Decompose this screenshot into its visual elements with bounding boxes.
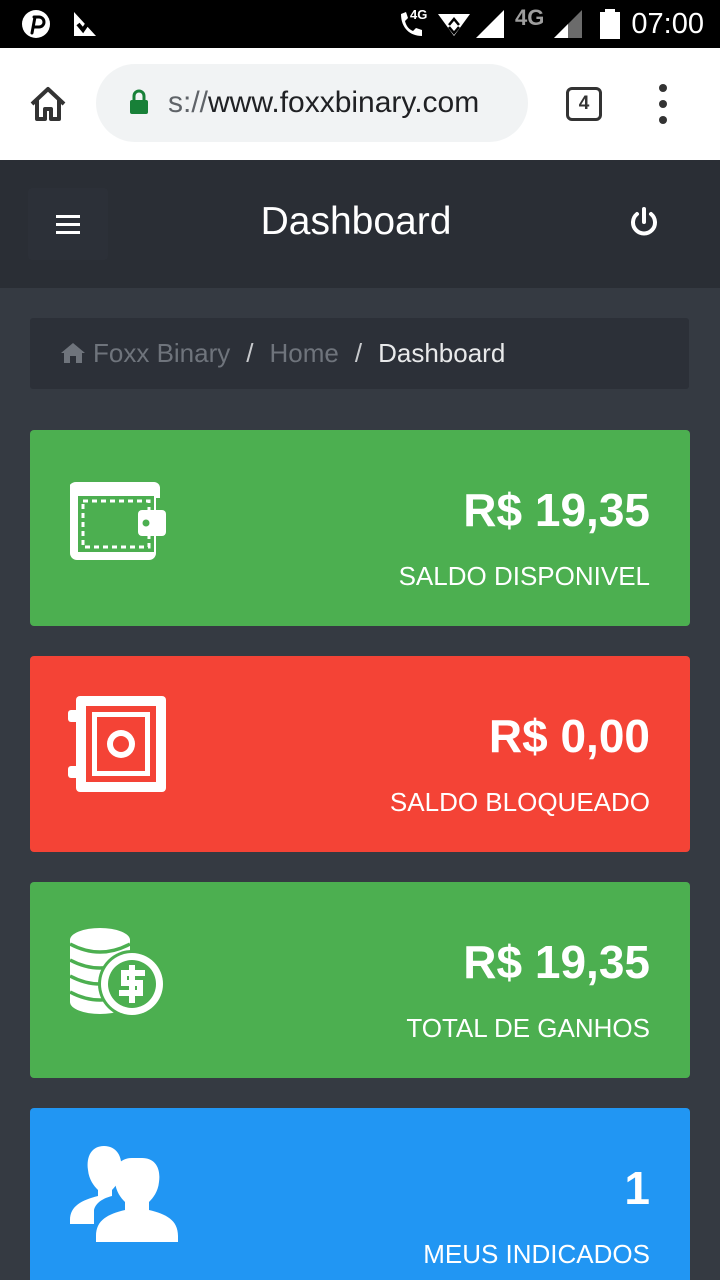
notification-check-icon [74,12,96,36]
coins-icon [69,928,166,1018]
card-value: R$ 19,35 [463,936,650,988]
users-icon [70,1146,178,1242]
app-header: Dashboard [0,160,720,288]
home-icon[interactable] [26,82,70,126]
balance-blocked-card[interactable]: R$ 0,00 SALDO BLOQUEADO [30,656,690,852]
url-host: www.foxxbinary.com [208,86,480,119]
breadcrumb-link-home[interactable]: Home [270,338,339,368]
tab-switcher-button[interactable]: 4 [566,87,602,121]
battery-icon [600,9,620,39]
clock: 07:00 [631,8,704,40]
balance-available-card[interactable]: R$ 19,35 SALDO DISPONIVEL [30,430,690,626]
home-breadcrumb-icon [61,343,85,363]
url-text: s://www.foxxbinary.com [168,84,479,122]
card-value: R$ 0,00 [488,710,650,762]
url-scheme: s:// [168,86,209,119]
power-icon[interactable] [624,202,664,242]
browser-menu-icon[interactable] [650,80,676,128]
breadcrumb: Foxx Binary / Home / Dashboard [30,318,689,389]
breadcrumb-separator: / [354,338,363,368]
address-bar[interactable]: s://www.foxxbinary.com [96,64,528,142]
card-value: R$ 19,35 [463,484,650,536]
card-label: SALDO DISPONIVEL [398,561,650,591]
card-label: TOTAL DE GANHOS [406,1013,650,1043]
call-network-label: 4G [410,7,428,22]
pinterest-icon [22,10,50,38]
card-value: 1 [624,1162,650,1214]
breadcrumb-separator: / [246,338,254,368]
total-earnings-card[interactable]: R$ 19,35 TOTAL DE GANHOS [30,882,690,1078]
wifi-icon [438,14,470,36]
wallet-icon [70,482,166,560]
safe-icon [68,696,166,792]
signal-weak-icon [554,10,582,38]
card-label: SALDO BLOQUEADO [389,787,650,817]
card-label: MEUS INDICADOS [423,1239,650,1269]
breadcrumb-link-foxx-binary[interactable]: Foxx Binary [93,338,230,368]
page-title: Dashboard [260,200,452,243]
signal-icon [476,10,504,38]
lock-icon [130,89,148,114]
breadcrumb-current: Dashboard [378,338,506,368]
referrals-card[interactable]: 1 MEUS INDICADOS [30,1108,690,1280]
browser-toolbar: s://www.foxxbinary.com 4 [0,48,720,160]
network-type-label: 4G [515,5,545,30]
status-bar: 4G 4G 07:00 [0,0,720,48]
